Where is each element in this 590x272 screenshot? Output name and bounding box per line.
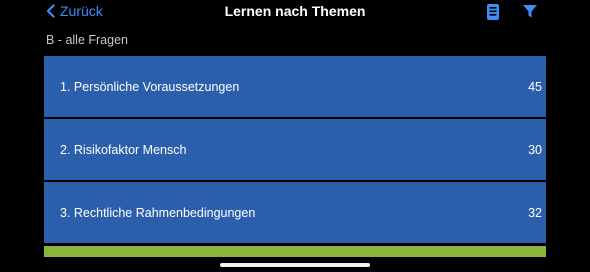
topic-row[interactable]: 1. Persönliche Voraussetzungen 45: [44, 56, 546, 117]
filter-button[interactable]: [522, 3, 538, 24]
section-label: B - alle Fragen: [46, 33, 128, 47]
filter-funnel-icon: [523, 5, 537, 18]
topic-count: 45: [528, 79, 542, 94]
topic-list: 1. Persönliche Voraussetzungen 45 2. Ris…: [44, 56, 546, 245]
navigation-bar: Zurück Lernen nach Themen: [0, 0, 590, 24]
list-button[interactable]: [486, 3, 500, 26]
list-document-icon: [487, 4, 499, 20]
topic-count: 32: [528, 205, 542, 220]
back-button[interactable]: Zurück: [46, 3, 103, 19]
chevron-left-icon: [46, 4, 55, 18]
topic-count: 30: [528, 142, 542, 157]
topic-label: 3. Rechtliche Rahmenbedingungen: [60, 205, 256, 220]
home-indicator[interactable]: [220, 263, 370, 267]
topic-row[interactable]: 2. Risikofaktor Mensch 30: [44, 119, 546, 180]
next-topic-row-partial[interactable]: [44, 246, 546, 257]
back-label: Zurück: [60, 3, 103, 19]
topic-label: 2. Risikofaktor Mensch: [60, 142, 187, 157]
topic-label: 1. Persönliche Voraussetzungen: [60, 79, 240, 94]
topic-row[interactable]: 3. Rechtliche Rahmenbedingungen 32: [44, 182, 546, 243]
